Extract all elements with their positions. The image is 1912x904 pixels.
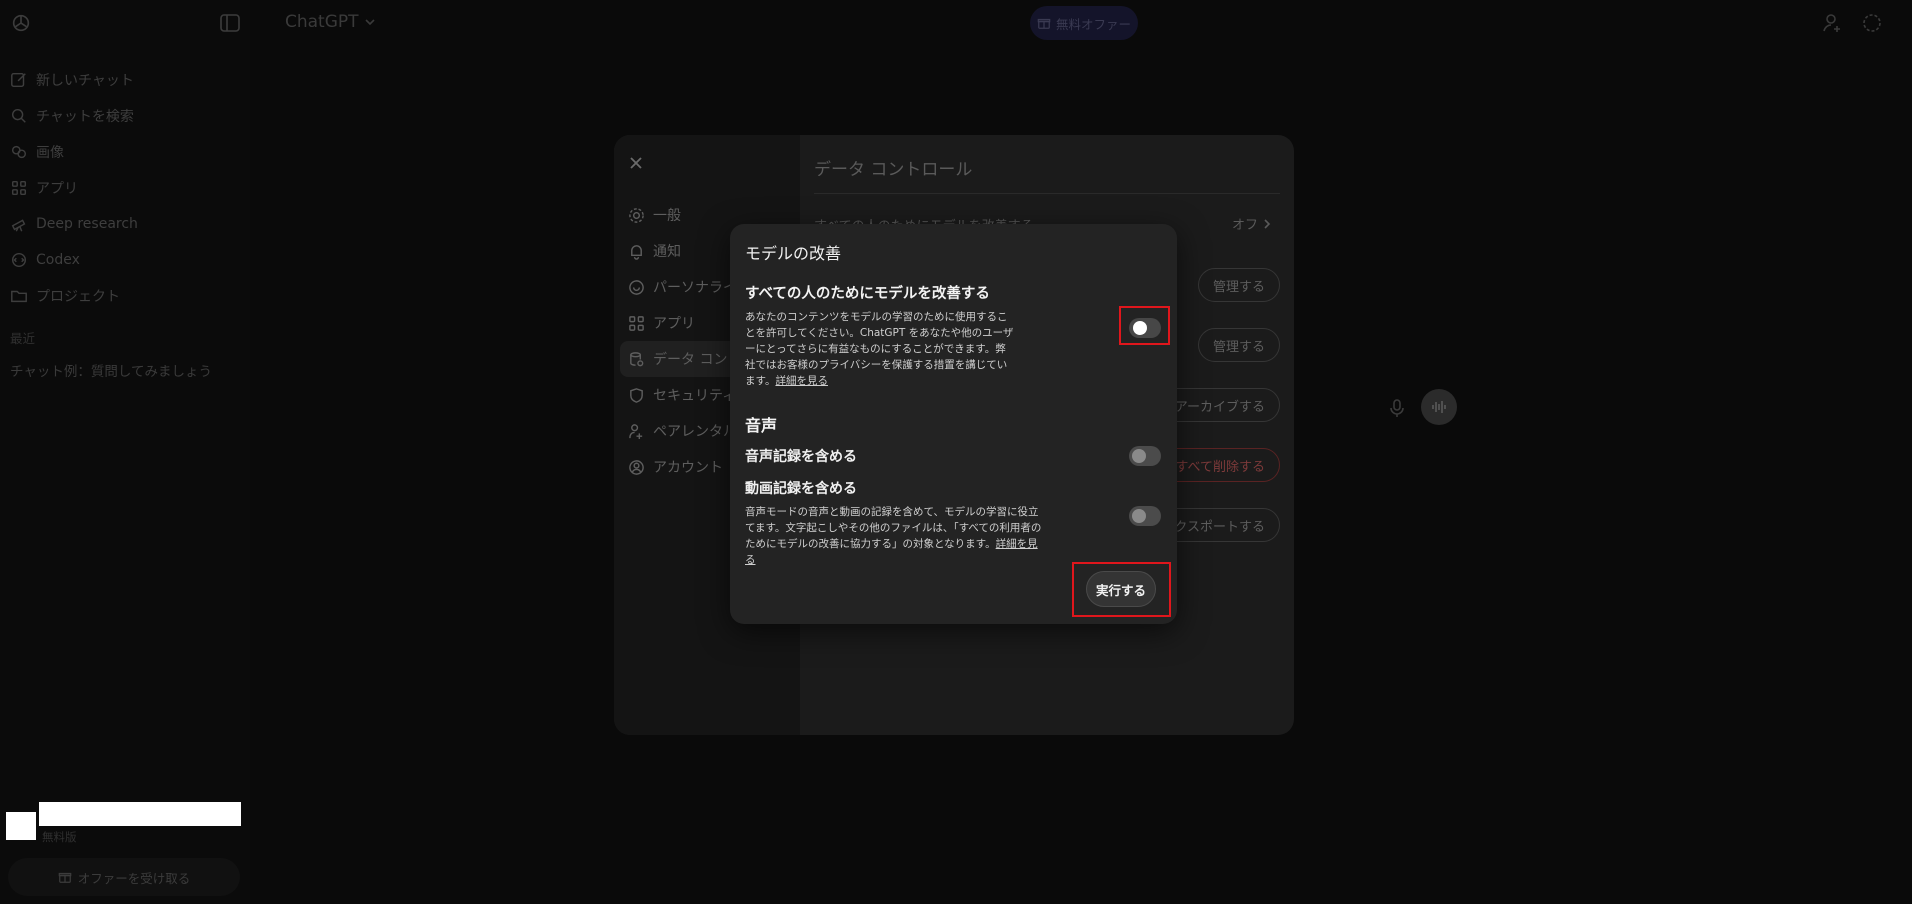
claim-offer-button[interactable]: オファーを受け取る [8,858,240,896]
temporary-chat-icon[interactable] [1861,12,1883,34]
add-person-icon[interactable] [1821,12,1843,34]
folder-icon [11,290,27,303]
avatar[interactable] [6,812,36,840]
compose-icon [11,72,26,88]
parental-icon [629,423,643,439]
model-selector[interactable]: ChatGPT [285,12,376,32]
sidebar-item-apps[interactable]: アプリ [6,170,242,206]
improve-model-description: あなたのコンテンツをモデルの学習のために使用することを許可してください。Chat… [745,309,1015,389]
sidebar-section-recent: 最近 [10,331,36,346]
settings-tab-label: 一般 [653,208,681,224]
account-icon [629,459,644,475]
free-offer-label: 無料オファー [1055,16,1131,32]
apps-icon [629,315,644,331]
waveform-icon [1432,401,1446,413]
sidebar-header [10,12,240,36]
gear-icon [629,207,644,223]
shield-icon [630,387,643,403]
plan-label: 無料版 [42,830,77,844]
sidebar-item-codex[interactable]: Codex [6,242,242,278]
improve-model-row-value[interactable]: オフ [1232,214,1272,233]
chevron-down-icon [364,19,375,26]
settings-tab-label: アプリ [653,316,695,332]
voice-section-heading: 音声 [745,416,778,435]
sidebar-item-label: 画像 [36,145,64,161]
include-audio-label: 音声記録を含める [745,449,857,465]
user-name-redacted[interactable] [39,802,241,826]
search-icon [11,108,26,123]
settings-tab-label: セキュリティ [653,388,737,404]
voice-description: 音声モードの音声と動画の記録を含めて、モデルの学習に役立てます。文字起こしやその… [745,504,1045,568]
sidebar-toggle-icon[interactable] [220,14,240,32]
gift-icon [58,872,72,883]
sidebar-item-search-chats[interactable]: チャットを検索 [6,98,242,134]
toggle-knob [1132,449,1146,463]
voice-mode-button[interactable] [1421,389,1457,425]
include-video-label: 動画記録を含める [745,481,857,497]
improve-model-heading: すべての人のためにモデルを改善する [745,286,990,302]
sidebar-item-images[interactable]: 画像 [6,134,242,170]
sidebar-nav: 新しいチャット チャットを検索 画像 アプリ Deep research Cod… [6,62,242,314]
sidebar-item-label: Codex [36,252,80,268]
improve-model-value-text: オフ [1231,218,1258,233]
sidebar-item-projects[interactable]: プロジェクト [6,278,242,314]
sidebar-item-label: Deep research [36,216,138,232]
telescope-icon [11,219,26,232]
gift-icon [1037,18,1051,29]
database-icon [630,351,644,366]
manage-button-2[interactable]: 管理する [1197,328,1280,362]
brand-title: ChatGPT [285,12,359,32]
sidebar-item-label: チャットを検索 [36,109,134,125]
settings-tab-label: アカウント [653,460,723,476]
image-icon [11,145,27,159]
settings-tab-label: 通知 [653,244,681,260]
highlight-box-toggle [1119,306,1170,345]
close-icon[interactable] [628,155,644,171]
delete-all-button[interactable]: すべて削除する [1160,448,1280,482]
include-audio-toggle[interactable] [1129,446,1161,466]
free-offer-button[interactable]: 無料オファー [1030,6,1138,40]
apps-icon [11,180,27,196]
divider [814,193,1280,194]
sidebar-item-deep-research[interactable]: Deep research [6,206,242,242]
toggle-knob [1132,509,1146,523]
sidebar-item-new-chat[interactable]: 新しいチャット [6,62,242,98]
recent-chat-item[interactable]: チャット例：質問してみましょう [10,360,212,380]
modal-title: モデルの改善 [745,244,842,263]
personalize-icon [629,279,644,295]
execute-button[interactable]: 実行する [1086,571,1156,607]
sidebar-item-label: アプリ [36,181,78,197]
claim-offer-label: オファーを受け取る [77,870,191,886]
sidebar-item-label: 新しいチャット [36,73,134,89]
microphone-icon[interactable] [1387,398,1407,418]
model-improvement-modal: モデルの改善 すべての人のためにモデルを改善する あなたのコンテンツをモデルの学… [730,224,1177,624]
chevron-right-icon [1264,218,1271,229]
openai-logo-icon[interactable] [10,12,32,34]
learn-more-link[interactable]: 詳細を見る [775,375,828,387]
manage-button-1[interactable]: 管理する [1197,268,1280,302]
sidebar-item-label: プロジェクト [36,289,120,305]
sidebar: 新しいチャット チャットを検索 画像 アプリ Deep research Cod… [0,0,250,904]
include-video-toggle[interactable] [1129,506,1161,526]
bell-icon [631,244,642,260]
settings-panel-title: データ コントロール [814,160,973,180]
codex-icon [11,252,27,268]
